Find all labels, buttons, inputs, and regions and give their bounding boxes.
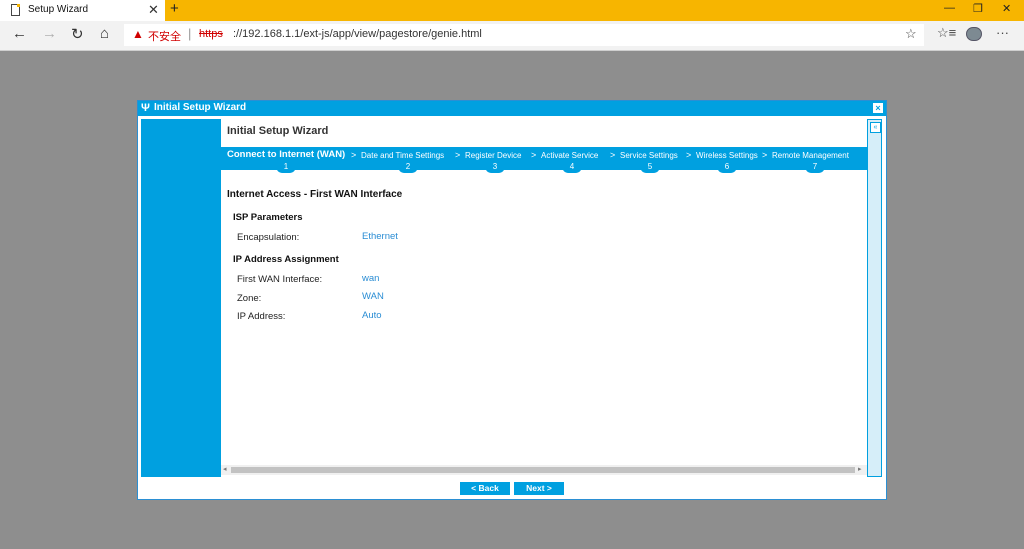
encapsulation-label: Encapsulation: xyxy=(237,232,300,243)
step-separator: > xyxy=(610,150,616,160)
ip-address-value: Auto xyxy=(362,310,382,321)
section-heading: Internet Access - First WAN Interface xyxy=(227,189,403,200)
wizard-content: Initial Setup Wizard Connect to Internet… xyxy=(221,119,867,477)
address-bar: ← → ↻ ⌂ ▲ 不安全 | https ://192.168.1.1/ext… xyxy=(0,21,1024,51)
step-separator: > xyxy=(351,150,357,160)
browser-tab[interactable]: Setup Wizard ✕ xyxy=(0,0,165,21)
first-wan-interface-label: First WAN Interface: xyxy=(237,274,323,285)
ip-address-label: IP Address: xyxy=(237,311,286,322)
avatar[interactable] xyxy=(966,27,982,41)
isp-parameters-title: ISP Parameters xyxy=(233,212,303,223)
wizard-steps: Connect to Internet (WAN) > Date and Tim… xyxy=(221,147,867,173)
new-tab-button[interactable]: + xyxy=(170,0,179,17)
page-icon xyxy=(11,4,20,16)
dialog-title: Initial Setup Wizard xyxy=(154,102,247,113)
step-number-1: 1 xyxy=(276,160,296,173)
step-separator: > xyxy=(686,150,692,160)
setup-wizard-dialog: Ψ Initial Setup Wizard × Initial Setup W… xyxy=(137,100,887,500)
zone-value: WAN xyxy=(362,291,384,302)
zone-label: Zone: xyxy=(237,293,262,304)
favorites-bar-icon[interactable]: ☆≡ xyxy=(937,25,956,41)
tab-title: Setup Wizard xyxy=(28,4,89,15)
url-text: ://192.168.1.1/ext-js/app/view/pagestore… xyxy=(233,28,482,40)
wizard-title: Initial Setup Wizard xyxy=(227,125,329,137)
step-service-settings[interactable]: Service Settings xyxy=(620,151,678,160)
back-icon[interactable]: ← xyxy=(12,25,27,42)
back-button[interactable]: < Back xyxy=(460,482,510,495)
encapsulation-value: Ethernet xyxy=(362,231,398,242)
step-separator: > xyxy=(762,150,768,160)
window-close-icon[interactable]: ✕ xyxy=(1002,2,1011,15)
expand-panel-icon[interactable]: « xyxy=(870,122,881,133)
url-separator: | xyxy=(188,26,192,41)
horizontal-scrollbar[interactable]: ◂ ▸ xyxy=(221,465,867,475)
dialog-titlebar: Ψ Initial Setup Wizard × xyxy=(138,101,886,116)
collapsed-side-panel: « xyxy=(867,119,882,477)
scrollbar-thumb[interactable] xyxy=(231,467,855,473)
warning-icon: ▲ xyxy=(132,27,144,41)
tools-icon: Ψ xyxy=(141,102,150,114)
url-scheme: https xyxy=(199,28,223,40)
minimize-icon[interactable]: — xyxy=(944,2,955,14)
step-number-6: 6 xyxy=(717,160,737,173)
step-number-3: 3 xyxy=(485,160,505,173)
menu-icon[interactable]: ··· xyxy=(996,25,1009,40)
reload-icon[interactable]: ↻ xyxy=(71,25,84,43)
ip-assignment-title: IP Address Assignment xyxy=(233,254,339,265)
step-date-time[interactable]: Date and Time Settings xyxy=(361,151,444,160)
dialog-close-icon[interactable]: × xyxy=(873,103,883,113)
home-icon[interactable]: ⌂ xyxy=(100,25,109,42)
step-number-2: 2 xyxy=(398,160,418,173)
step-connect-internet[interactable]: Connect to Internet (WAN) xyxy=(227,149,345,160)
step-separator: > xyxy=(531,150,537,160)
wizard-sidebar xyxy=(141,119,221,477)
restore-icon[interactable]: ❐ xyxy=(973,2,983,15)
security-warning-text[interactable]: 不安全 xyxy=(148,28,181,44)
next-button[interactable]: Next > xyxy=(514,482,564,495)
url-field[interactable]: ▲ 不安全 | https ://192.168.1.1/ext-js/app/… xyxy=(124,24,924,46)
step-number-7: 7 xyxy=(805,160,825,173)
step-remote-management[interactable]: Remote Management xyxy=(772,151,849,160)
step-number-5: 5 xyxy=(640,160,660,173)
step-register-device[interactable]: Register Device xyxy=(465,151,521,160)
tab-close-icon[interactable]: ✕ xyxy=(148,2,159,18)
scroll-left-icon[interactable]: ◂ xyxy=(223,465,227,475)
scroll-right-icon[interactable]: ▸ xyxy=(858,465,862,475)
first-wan-interface-value: wan xyxy=(362,273,380,284)
step-wireless-settings[interactable]: Wireless Settings xyxy=(696,151,758,160)
browser-tab-bar: Setup Wizard ✕ + — ❐ ✕ xyxy=(0,0,1024,21)
step-separator: > xyxy=(455,150,461,160)
forward-icon[interactable]: → xyxy=(42,25,57,42)
step-activate-service[interactable]: Activate Service xyxy=(541,151,598,160)
favorite-star-icon[interactable]: ☆ xyxy=(905,26,917,42)
step-number-4: 4 xyxy=(562,160,582,173)
